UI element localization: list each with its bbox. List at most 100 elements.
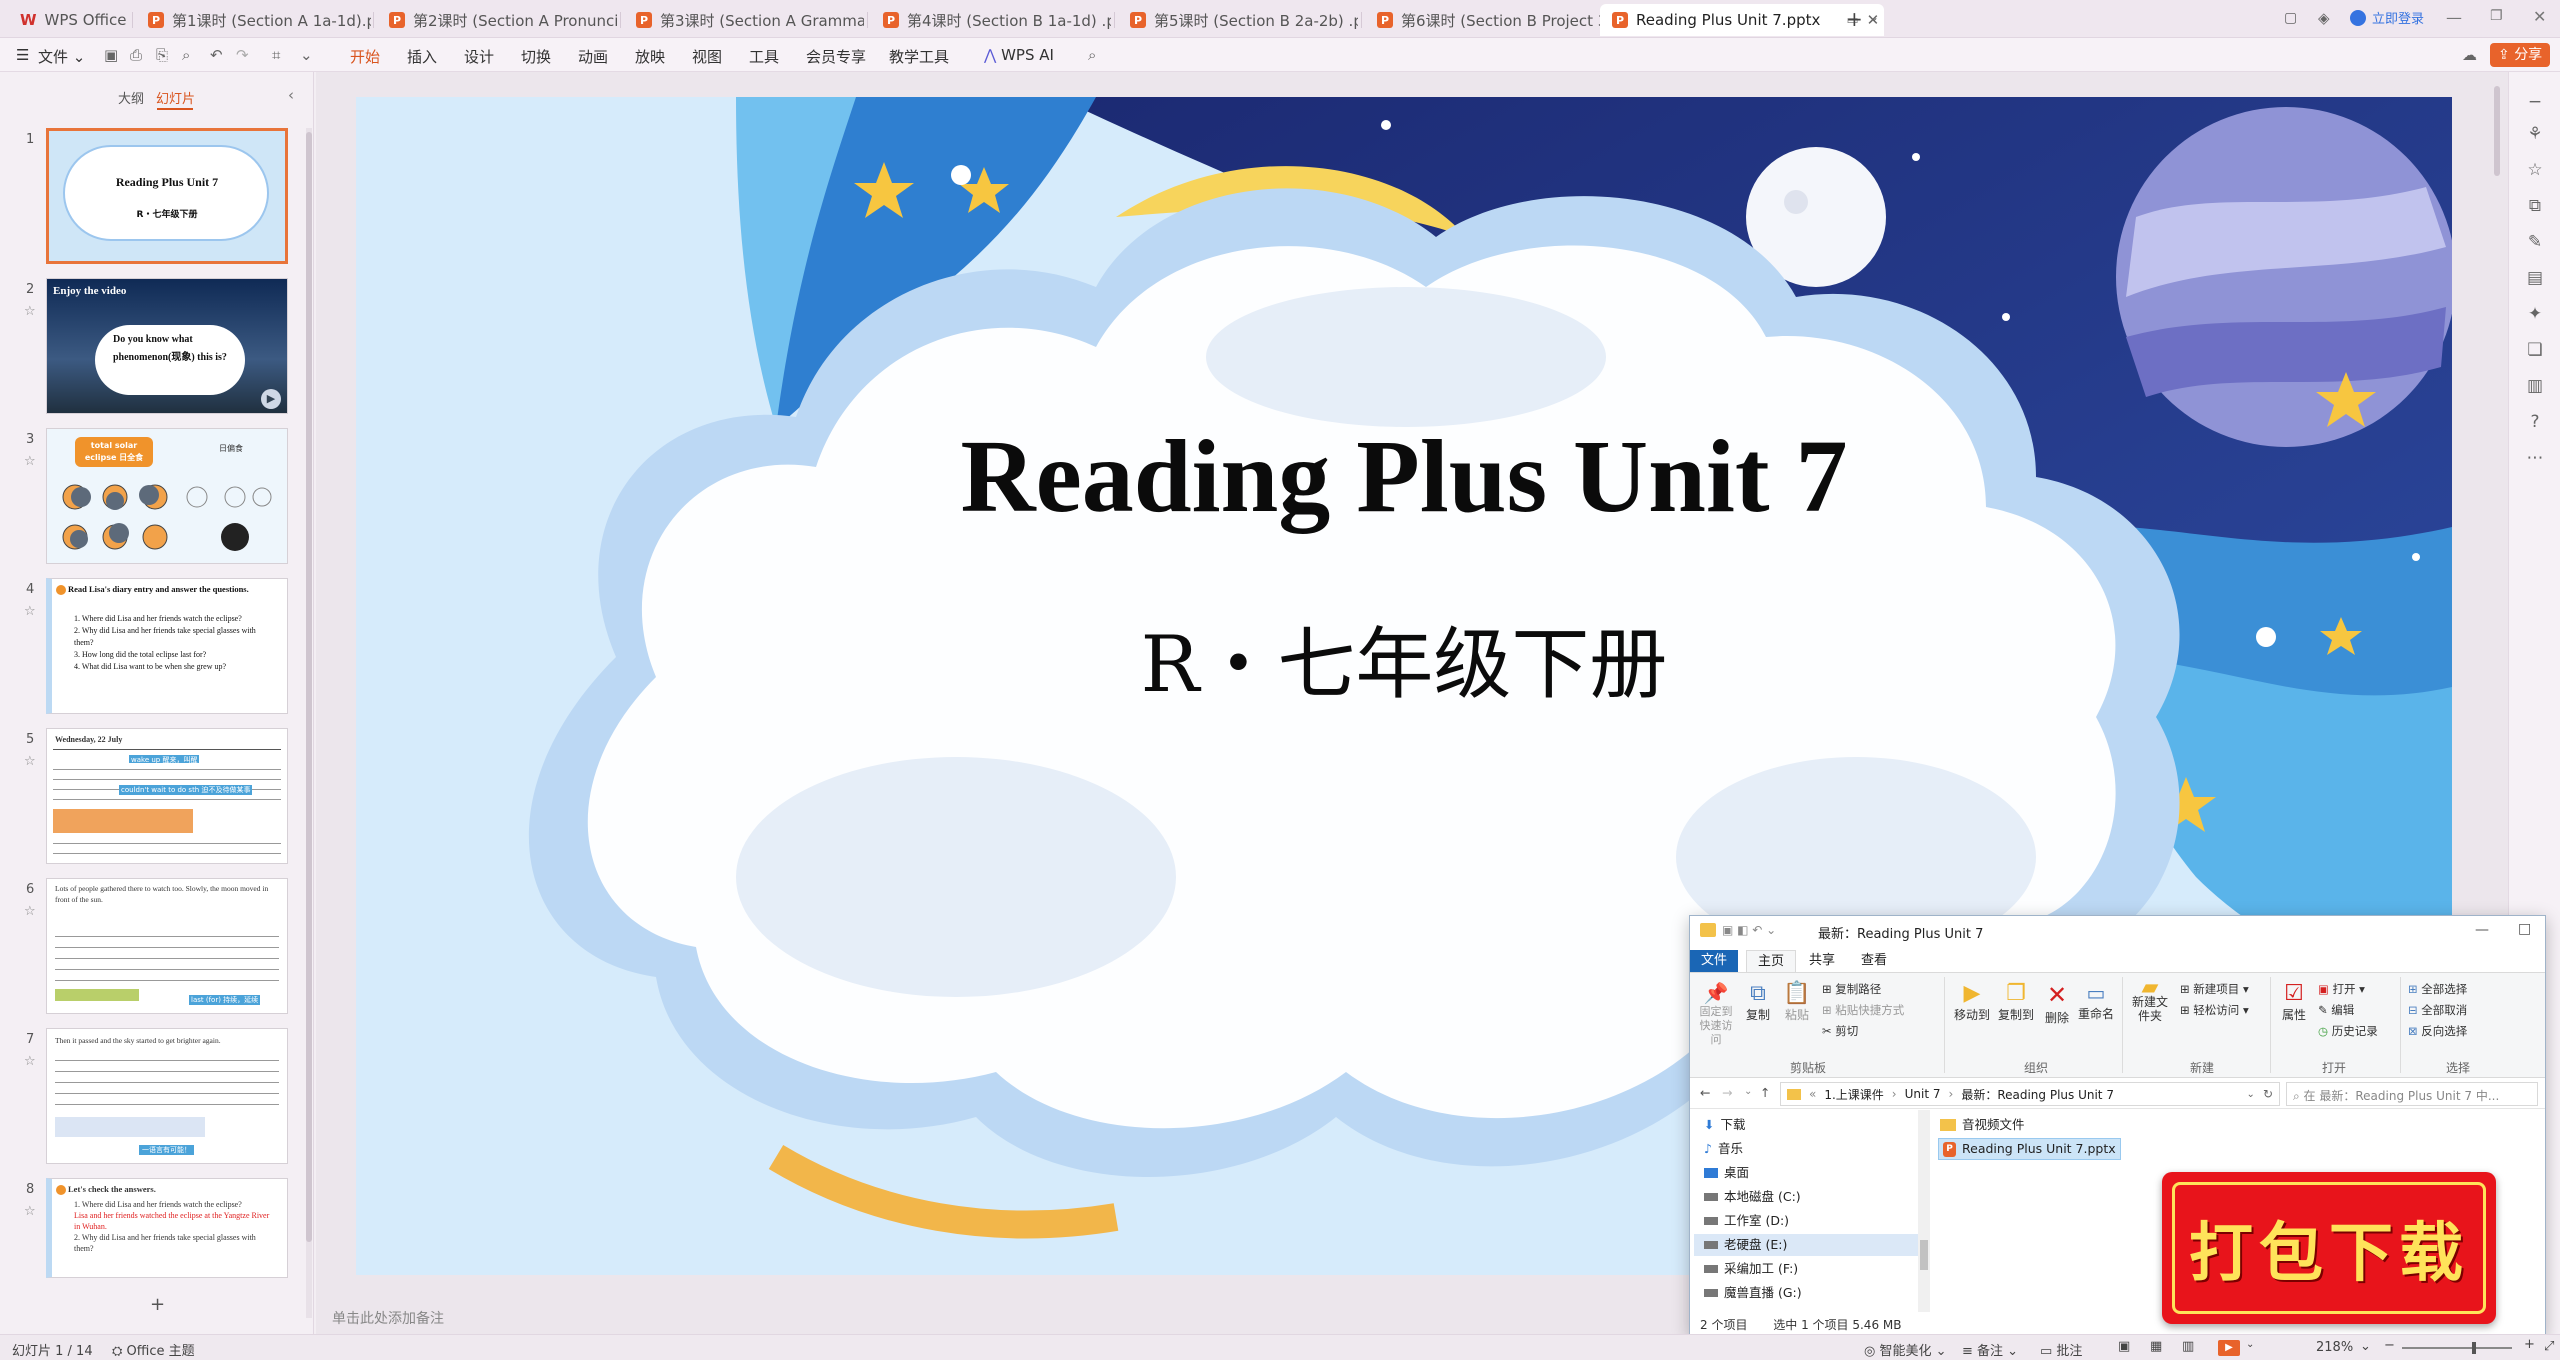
cube-icon[interactable]: ◈ [2318,9,2330,27]
slide-thumbnail-4[interactable]: Read Lisa's diary entry and answer the q… [46,578,288,714]
up-icon[interactable]: ↑ [1760,1085,1770,1100]
tree-item-drive-g[interactable]: 魔兽直播 (G:) [1704,1282,1802,1304]
file-menu[interactable]: 文件 ⌄ [38,46,85,67]
slide-star-icon[interactable]: ☆ [24,304,36,319]
slide-star-icon[interactable]: ☆ [24,904,36,919]
thumbnail-scrollbar[interactable] [306,128,312,1318]
tab-slides[interactable]: 幻灯片 [156,88,195,107]
tree-item-drive-d[interactable]: 工作室 (D:) [1704,1210,1789,1232]
slide-title[interactable]: Reading Plus Unit 7 [356,417,2452,536]
quick-access-toolbar-icon[interactable]: ▣ ◧ ↶ ⌄ [1722,923,1776,937]
notes-toggle-button[interactable]: ≡ 备注 ⌄ [1962,1340,2018,1359]
ribbon-tab-share[interactable]: 共享 [1798,950,1846,972]
image-tool-icon[interactable]: ▤ [2525,268,2545,288]
copy-to-button[interactable]: ❐ 复制到 [1996,981,2036,1023]
breadcrumb-segment[interactable]: Unit 7 [1905,1087,1941,1101]
explorer-search-input[interactable]: ⌕ 在 最新：Reading Plus Unit 7 中... [2286,1082,2538,1106]
tab-slideshow[interactable]: 放映 [635,46,665,67]
ribbon-tab-view[interactable]: 查看 [1850,950,1898,972]
wand-icon[interactable]: ⚘ [2525,124,2545,144]
tree-item-drive-c[interactable]: 本地磁盘 (C:) [1704,1186,1801,1208]
comments-button[interactable]: ▭ 批注 [2040,1340,2082,1359]
tab-member[interactable]: 会员专享 [806,46,866,67]
tab-teaching-tools[interactable]: 教学工具 [889,46,949,67]
tree-item-music[interactable]: ♪ 音乐 [1704,1138,1743,1160]
layout-tool-icon[interactable]: ▥ [2525,376,2545,396]
easy-access-button[interactable]: ⊞ 轻松访问 ▾ [2180,1000,2249,1021]
copy-button[interactable]: ⧉ 复制 [1742,981,1774,1023]
print-icon[interactable]: ⎘ [156,46,168,64]
help-icon[interactable]: ? [2525,412,2545,432]
tab-tools[interactable]: 工具 [749,46,779,67]
doc-tab-active[interactable]: P Reading Plus Unit 7.pptx ▭ ✕ [1600,4,1884,36]
maximize-explorer-icon[interactable]: □ [2518,921,2531,937]
slide-thumbnail-5[interactable]: Wednesday, 22 July wake up 醒来，叫醒 couldn'… [46,728,288,864]
new-item-button[interactable]: ⊞ 新建项目 ▾ [2180,979,2249,1000]
tab-list-chevron-icon[interactable]: ⌄ [1869,10,1879,24]
slide-star-icon[interactable]: ☆ [24,604,36,619]
slide-star-icon[interactable]: ☆ [24,754,36,769]
doc-tab-5[interactable]: P 第5课时 (Section B 2a-2b) .pptx [1118,4,1358,36]
doc-tab-6[interactable]: P 第6课时 (Section B Project 3a-Refl [1365,4,1605,36]
zoom-slider[interactable] [2402,1342,2512,1354]
format-painter-icon[interactable]: ⌗ [272,46,280,64]
tab-outline[interactable]: 大纲 [118,88,144,107]
tree-scrollbar[interactable] [1918,1110,1930,1312]
wps-ai-button[interactable]: ⋀ WPS AI [984,46,1054,64]
tree-item-drive-f[interactable]: 采编加工 (F:) [1704,1258,1798,1280]
edit-button[interactable]: ✎ 编辑 [2318,1000,2378,1021]
slide-sorter-icon[interactable]: ▦ [2150,1339,2162,1354]
forward-icon[interactable]: → [1722,1085,1732,1100]
ribbon-tab-file[interactable]: 文件 [1690,950,1739,972]
delete-button[interactable]: ✕ 删除 [2042,981,2072,1026]
slide-star-icon[interactable]: ☆ [24,1054,36,1069]
more-icon[interactable]: ⋯ [2525,448,2545,468]
share-button[interactable]: ⇪ 分享 [2490,43,2551,67]
zoom-menu-icon[interactable]: ⌄ [2360,1339,2371,1354]
doc-tab-2[interactable]: P 第2课时 (Section A Pronunciation [377,4,617,36]
select-none-button[interactable]: ⊟ 全部取消 [2408,1000,2467,1021]
properties-button[interactable]: ☑ 属性 [2278,981,2310,1023]
doc-tab-4[interactable]: P 第4课时 (Section B 1a-1d) .pptx [871,4,1111,36]
address-bar[interactable]: « 1.上课课件 › Unit 7 › 最新：Reading Plus Unit 7… [1780,1082,2280,1106]
paste-shortcut-button[interactable]: ⊞ 粘贴快捷方式 [1822,1000,1904,1021]
new-tab-icon[interactable]: + [1846,7,1863,31]
slide-thumbnail-6[interactable]: Lots of people gathered there to watch t… [46,878,288,1014]
more-chevron-icon[interactable]: ⌄ [300,46,313,64]
slide-star-icon[interactable]: ☆ [24,454,36,469]
wps-home-tab[interactable]: W WPS Office [8,4,128,36]
play-icon[interactable]: ▶ [261,389,281,409]
back-icon[interactable]: ← [1700,1085,1710,1100]
invert-selection-button[interactable]: ⊠ 反向选择 [2408,1021,2467,1042]
slide-thumbnail-3[interactable]: total solar eclipse 日全食 日偏食 [46,428,288,564]
tablet-mode-icon[interactable]: ▢ [2284,10,2297,26]
close-window-icon[interactable]: ✕ [2533,7,2546,26]
ribbon-tab-home[interactable]: 主页 [1746,950,1797,972]
tab-transition[interactable]: 切换 [521,46,551,67]
tab-design[interactable]: 设计 [464,46,494,67]
paste-button[interactable]: 📋 粘贴 [1780,981,1814,1023]
theme-indicator[interactable]: ⛭ Office 主题 [112,1340,195,1359]
doc-tab-1[interactable]: P 第1课时 (Section A 1a-1d).pptx [136,4,371,36]
search-icon[interactable]: ⌕ [1088,46,1096,64]
tab-animation[interactable]: 动画 [578,46,608,67]
magic-tool-icon[interactable]: ✦ [2525,304,2545,324]
tab-view[interactable]: 视图 [692,46,722,67]
cloud-sync-icon[interactable]: ☁ [2462,46,2477,64]
file-item-pptx[interactable]: P Reading Plus Unit 7.pptx [1938,1138,2121,1160]
login-button[interactable]: 立即登录 [2350,8,2424,27]
normal-view-icon[interactable]: ▣ [2118,1339,2130,1354]
play-slideshow-icon[interactable]: ▶ [2218,1340,2240,1356]
slide-thumbnail-1[interactable]: Reading Plus Unit 7 R・七年级下册 [46,128,288,264]
add-slide-icon[interactable]: + [150,1294,165,1315]
slide-scrollbar[interactable] [2494,86,2500,176]
restore-window-icon[interactable]: ❐ [2490,8,2503,24]
tab-home[interactable]: 开始 [350,46,381,75]
package-download-badge[interactable]: 打包下载 [2162,1172,2496,1324]
new-folder-button[interactable]: ▰ 新建文件夹 [2130,977,2170,1024]
design-tool-icon[interactable]: ✎ [2525,232,2545,252]
tree-item-downloads[interactable]: ⬇ 下载 [1704,1114,1746,1136]
fit-window-icon[interactable]: ⤢ [2544,1339,2554,1354]
rename-button[interactable]: ▭ 重命名 [2076,981,2116,1022]
zoom-level[interactable]: 218% [2316,1340,2353,1355]
